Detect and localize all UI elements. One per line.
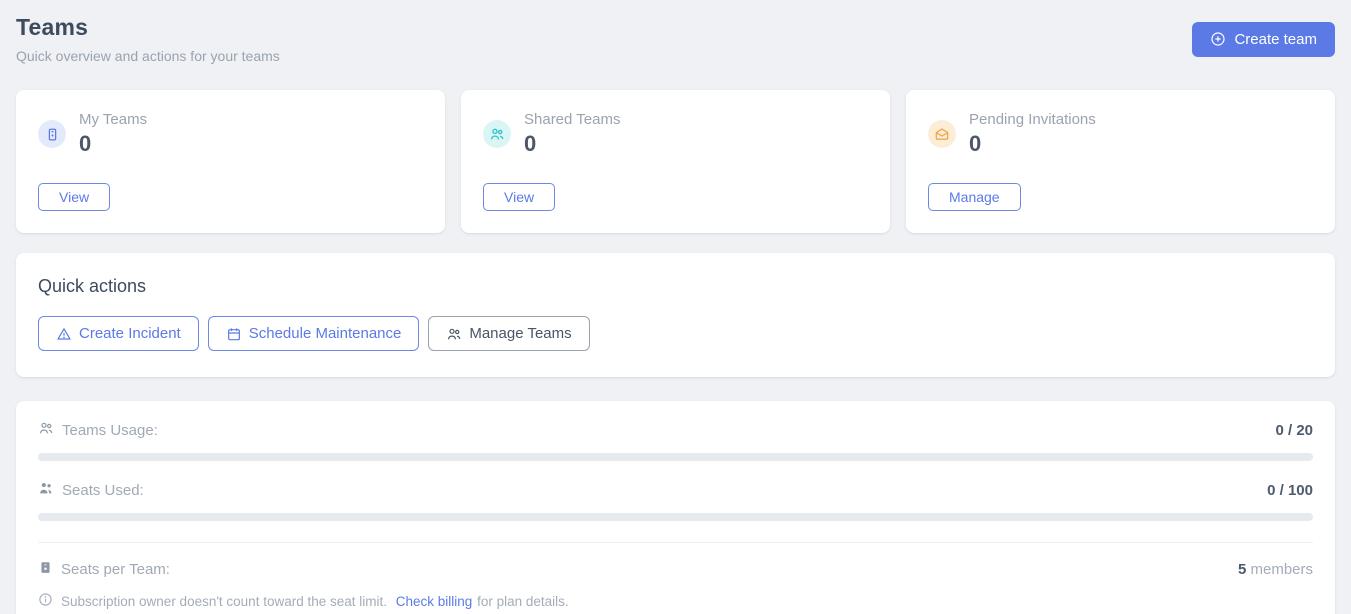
page-subtitle: Quick overview and actions for your team…: [16, 48, 280, 64]
page-header: Teams Quick overview and actions for you…: [16, 14, 1335, 64]
note-text-after: for plan details.: [477, 594, 569, 609]
badge-icon: [38, 560, 53, 579]
card-label: Pending Invitations: [969, 111, 1096, 128]
seat-limit-note: Subscription owner doesn't count toward …: [38, 592, 1313, 610]
teams-usage-progressbar: [38, 453, 1313, 461]
users-icon: [446, 326, 462, 342]
card-shared-teams: Shared Teams 0 View: [461, 90, 890, 233]
seats-per-team-label: Seats per Team:: [61, 561, 170, 578]
users-outline-icon: [38, 420, 54, 440]
teams-usage-value: 0 / 20: [1275, 422, 1313, 439]
card-label: My Teams: [79, 111, 147, 128]
note-text-before: Subscription owner doesn't count toward …: [61, 594, 387, 609]
create-incident-button[interactable]: Create Incident: [38, 316, 199, 351]
card-value: 0: [969, 131, 1096, 157]
quick-actions-title: Quick actions: [38, 276, 1313, 297]
schedule-maintenance-button[interactable]: Schedule Maintenance: [208, 316, 420, 351]
manage-invitations-button[interactable]: Manage: [928, 183, 1021, 211]
check-billing-link[interactable]: Check billing: [396, 594, 473, 609]
card-pending-invitations: Pending Invitations 0 Manage: [906, 90, 1335, 233]
view-my-teams-button[interactable]: View: [38, 183, 110, 211]
page-heading-block: Teams Quick overview and actions for you…: [16, 14, 280, 64]
seats-per-team-value: 5 members: [1238, 561, 1313, 578]
quick-actions-panel: Quick actions Create Incident Schedule M…: [16, 253, 1335, 377]
info-circle-icon: [38, 592, 53, 610]
seats-used-row: Seats Used: 0 / 100: [38, 480, 1313, 521]
create-team-button[interactable]: Create team: [1192, 22, 1335, 57]
usage-divider: [38, 542, 1313, 543]
card-my-teams: My Teams 0 View: [16, 90, 445, 233]
view-shared-teams-button[interactable]: View: [483, 183, 555, 211]
usage-panel: Teams Usage: 0 / 20 Seats Used: 0 / 100 …: [16, 401, 1335, 614]
create-team-label: Create team: [1234, 31, 1317, 48]
card-value: 0: [79, 131, 147, 157]
seats-used-progressbar: [38, 513, 1313, 521]
mail-open-icon: [928, 120, 956, 148]
card-label: Shared Teams: [524, 111, 620, 128]
page-title: Teams: [16, 14, 280, 41]
seats-per-team-unit: members: [1250, 561, 1313, 578]
manage-teams-button[interactable]: Manage Teams: [428, 316, 589, 351]
teams-usage-label: Teams Usage:: [62, 422, 158, 439]
users-icon: [483, 120, 511, 148]
users-filled-icon: [38, 480, 54, 500]
plus-circle-icon: [1210, 31, 1226, 47]
seats-used-label: Seats Used:: [62, 482, 144, 499]
teams-usage-row: Teams Usage: 0 / 20: [38, 420, 1313, 461]
seats-per-team-row: Seats per Team: 5 members: [38, 560, 1313, 579]
badge-icon: [38, 120, 66, 148]
seats-used-value: 0 / 100: [1267, 482, 1313, 499]
calendar-icon: [226, 326, 242, 342]
warning-triangle-icon: [56, 326, 72, 342]
stat-cards: My Teams 0 View Shared Teams 0 View Pend…: [16, 90, 1335, 233]
card-value: 0: [524, 131, 620, 157]
